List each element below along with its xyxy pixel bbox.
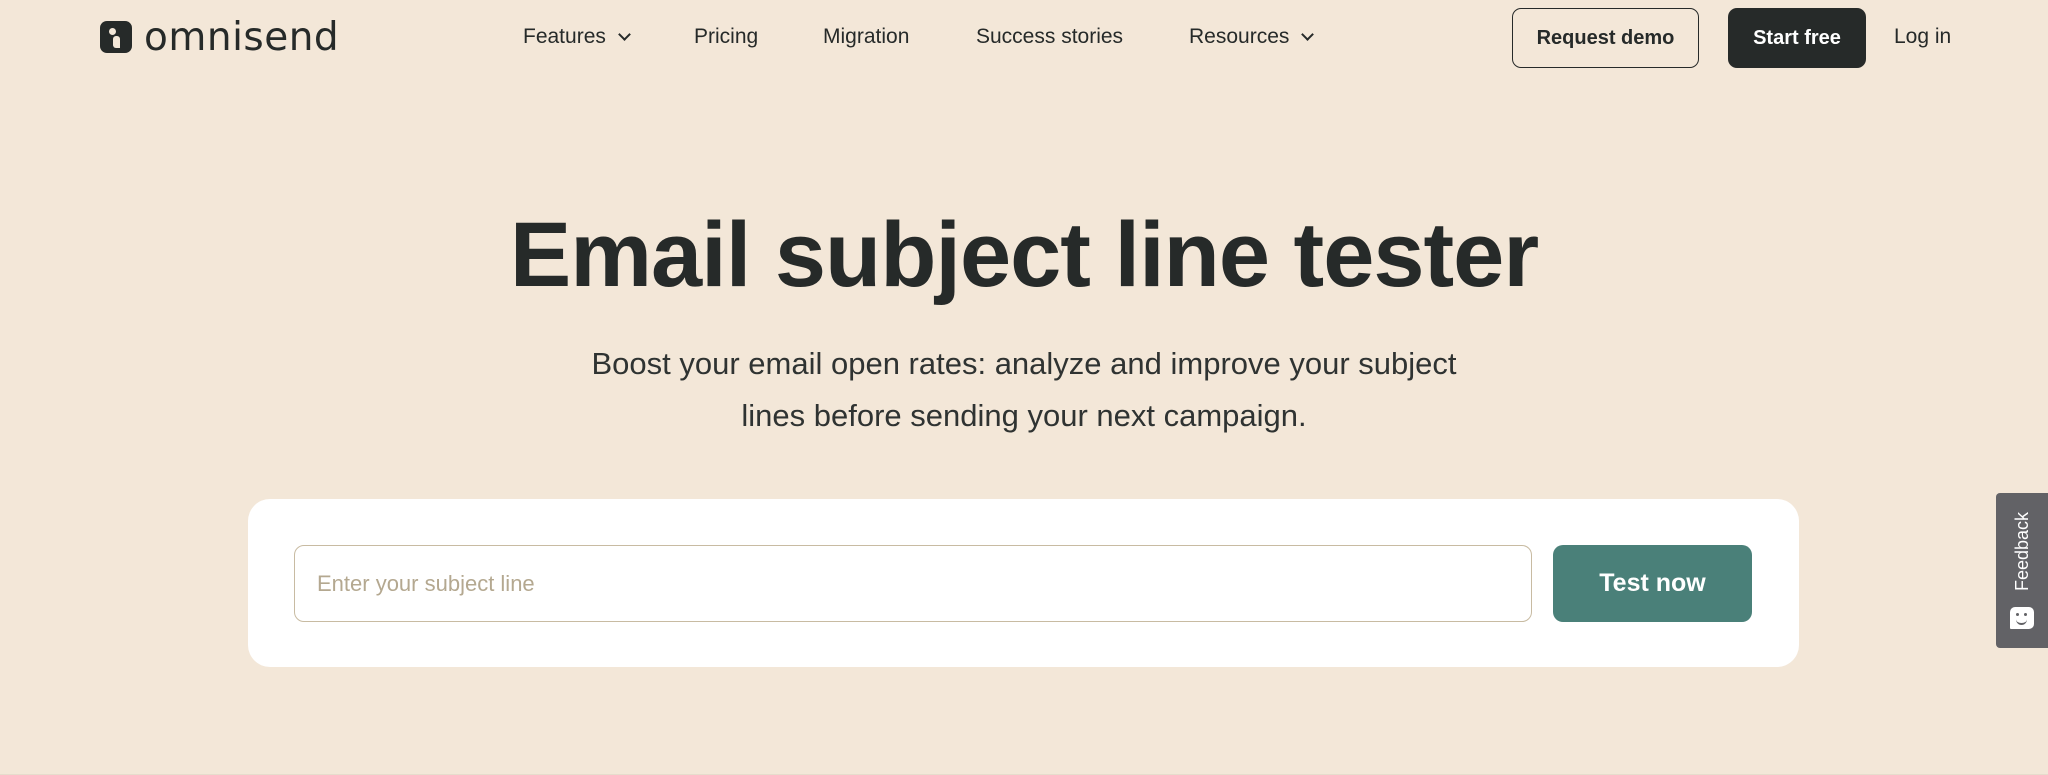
chat-smile-icon [2010,607,2034,629]
nav-item-pricing[interactable]: Pricing [694,23,758,51]
nav-item-label: Pricing [694,25,759,48]
page-subtitle: Boost your email open rates: analyze and… [591,346,1457,433]
nav-item-migration[interactable]: Migration [823,23,909,51]
test-now-button[interactable]: Test now [1553,545,1752,622]
nav-item-features[interactable]: Features [523,23,631,51]
nav-item-label: Resources [1189,25,1290,48]
feedback-tab[interactable]: Feedback [1996,493,2048,648]
nav-item-label: Features [523,25,606,48]
chevron-down-icon [618,27,631,41]
page: omnisend Features Pricing Migration Succ… [0,0,2048,775]
site-header: omnisend Features Pricing Migration Succ… [0,0,2048,76]
subject-tester-card: Test now [248,499,1799,667]
chevron-down-icon [1301,27,1315,41]
nav-item-label: Success stories [976,25,1124,48]
nav-item-label: Migration [823,25,910,48]
subject-line-input[interactable] [294,545,1532,622]
nav-item-success-stories[interactable]: Success stories [976,23,1123,51]
start-free-button[interactable]: Start free [1728,8,1866,68]
nav-item-resources[interactable]: Resources [1189,23,1315,51]
page-title: Email subject line tester [509,204,1539,306]
request-demo-button[interactable]: Request demo [1512,8,1699,68]
feedback-label: Feedback [2012,511,2032,591]
login-link[interactable]: Log in [1894,23,1951,51]
